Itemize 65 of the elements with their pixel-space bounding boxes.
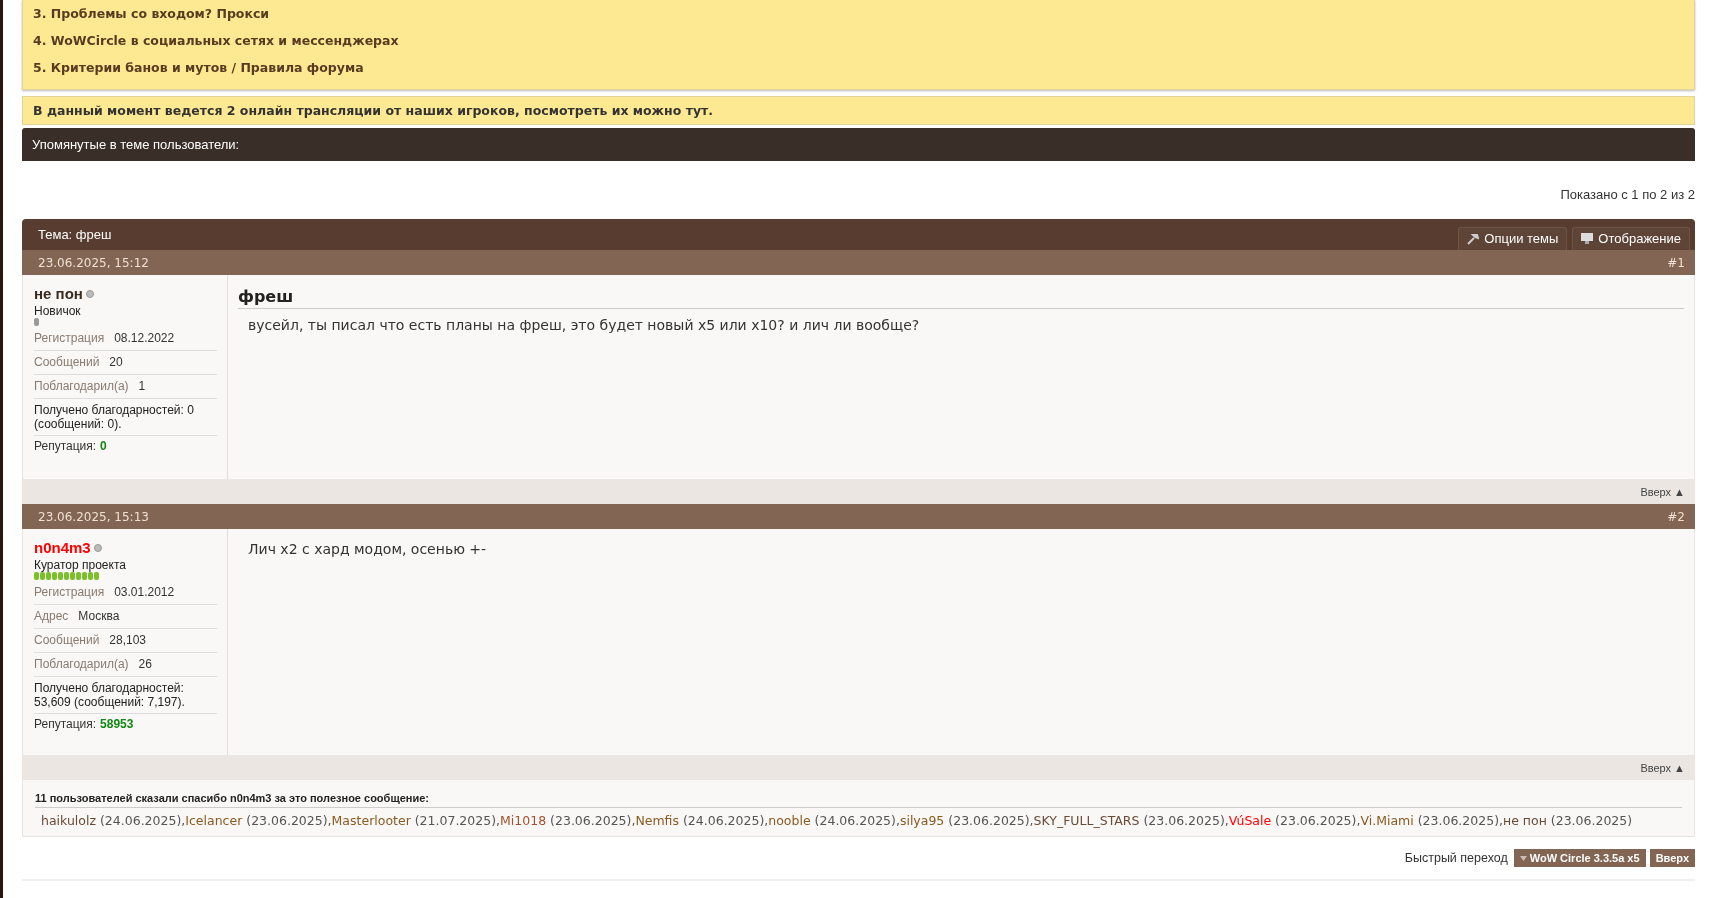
post-date: 23.06.2025, 15:12 [38, 255, 149, 270]
thread-tool-button[interactable]: Отображение [1572, 227, 1690, 250]
thanks-heading: 11 пользователей сказали спасибо n0n4m3 за это полезное сообщение: [35, 792, 1682, 808]
thanks-received: Получено благодарностей: 53,609 (сообщений: 7,197). [34, 677, 217, 714]
field-value: 1 [138, 379, 146, 393]
user-link[interactable]: Vi.Miami [1360, 813, 1414, 828]
reputation-value: 58953 [100, 717, 134, 731]
rank-bar-icon [34, 318, 39, 326]
post-number: #1 [1667, 255, 1685, 270]
forum-select[interactable]: WoW Circle 3.3.5a x5 [1513, 849, 1646, 867]
reputation-value: 0 [100, 439, 107, 453]
post-date: 23.06.2025, 15:13 [38, 509, 149, 524]
monitor-icon [1581, 233, 1594, 244]
post-title: фреш [238, 287, 1684, 309]
quick-nav-label: Быстрый переход [1404, 851, 1508, 865]
thanks-list: haikulolz (24.06.2025),Icelancer (23.06.2025),Masterlooter (21.07.2025),Mi1018 (23.06.2025),Nemfis (24.06.2025),nooble (24.06.2025),silya95 (23.06.2025),SKY_FULL_STARS (23.06.2025),VúSale (23.06.2025),Vi.Miami (23.06.2025),не пон (23.06.2025) [35, 808, 1682, 828]
thanks-received: Получено благодарностей: 0 (сообщений: 0). [34, 399, 217, 436]
field-value: 20 [109, 355, 123, 369]
field-value: 28,103 [109, 633, 147, 647]
user-link[interactable]: silya95 [899, 813, 945, 828]
notice-link[interactable]: 3. Проблемы со входом? Прокси [33, 6, 1684, 21]
reputation-label: Репутация: [34, 717, 97, 731]
post-message: вусейл, ты писал что есть планы на фреш, это будет новый х5 или х10? и лич ли вообще? [247, 317, 921, 333]
field-value: Москва [78, 609, 120, 623]
reputation-label: Репутация: [34, 439, 97, 453]
field-value: 08.12.2022 [114, 331, 175, 345]
field-label: Сообщений [34, 355, 100, 369]
offline-status-icon [85, 289, 94, 298]
field-label: Сообщений [34, 633, 100, 647]
user-link[interactable]: Nemfis [635, 813, 679, 828]
back-to-top-link[interactable]: Вверх ▲ [1640, 485, 1685, 498]
user-link[interactable]: Mi1018 [500, 813, 547, 828]
field-label: Регистрация [34, 331, 105, 345]
user-link[interactable]: VúSale [1228, 813, 1272, 828]
mentioned-users-bar: Упомянутые в теме пользователи: [22, 128, 1695, 161]
field-label: Адрес [34, 609, 69, 623]
user-link[interactable]: не пон [1503, 813, 1547, 828]
field-label: Регистрация [34, 585, 105, 599]
field-label: Поблагодарил(а) [34, 379, 129, 393]
username[interactable]: не пон [34, 285, 83, 302]
user-link[interactable]: haikulolz [41, 813, 96, 828]
stream-notice: В данный момент ведется 2 онлайн трансляции от наших игроков, посмотреть их можно тут. [22, 96, 1695, 125]
field-value: 03.01.2012 [114, 585, 175, 599]
username[interactable]: n0n4m3 [34, 539, 91, 556]
offline-status-icon [93, 543, 102, 552]
rank-bar-icon [34, 572, 99, 580]
hammer-icon [1467, 232, 1480, 245]
user-rank: Новичок [34, 304, 82, 318]
notice-link[interactable]: 4. WoWCircle в социальных сетях и мессенджерах [33, 33, 1684, 48]
thread-title: Тема: фреш [38, 227, 112, 242]
user-link[interactable]: SKY_FULL_STARS [1033, 813, 1140, 828]
user-link[interactable]: Masterlooter [331, 813, 411, 828]
post-message: Лич х2 с хард модом, осенью +- [247, 541, 488, 557]
pagination-info: Показано с 1 по 2 из 2 [1560, 187, 1695, 202]
field-value: 26 [138, 657, 152, 671]
caret-icon [1519, 855, 1527, 861]
thread-tool-button[interactable]: Опции темы [1458, 227, 1568, 250]
user-link[interactable]: Icelancer [185, 813, 243, 828]
notice-link[interactable]: 5. Критерии банов и мутов / Правила форума [33, 60, 1684, 75]
field-label: Поблагодарил(а) [34, 657, 129, 671]
post-number: #2 [1667, 509, 1685, 524]
top-button[interactable]: Вверх [1649, 849, 1695, 867]
user-rank: Куратор проекта [34, 558, 127, 572]
user-link[interactable]: nooble [768, 813, 811, 828]
back-to-top-link[interactable]: Вверх ▲ [1640, 761, 1685, 774]
